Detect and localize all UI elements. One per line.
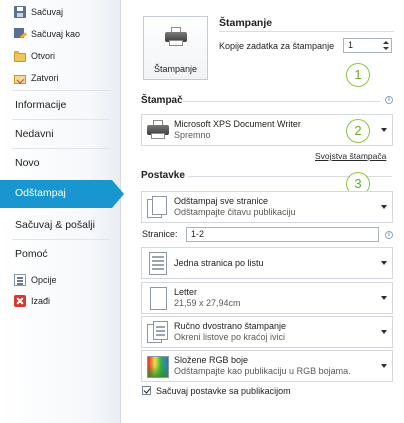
sidebar-item-label: Informacije xyxy=(15,99,67,111)
sidebar-item-print-active[interactable]: Odštampaj xyxy=(0,180,126,208)
pages-stack-icon xyxy=(146,195,170,220)
layout-title: Jedna stranica po listu xyxy=(174,258,264,268)
chevron-down-icon[interactable] xyxy=(381,296,387,300)
save-icon xyxy=(14,6,26,18)
settings-section-title: Postavke xyxy=(141,170,185,181)
sidebar-item-label: Opcije xyxy=(31,275,57,285)
sidebar-item-save-as[interactable]: Sačuvaj kao xyxy=(0,24,121,44)
pages-value: 1-2 xyxy=(191,229,205,239)
exit-icon xyxy=(14,295,26,307)
one-page-per-sheet-icon xyxy=(146,251,170,276)
sidebar-item-close[interactable]: Zatvori xyxy=(0,68,121,88)
chevron-down-icon[interactable] xyxy=(381,205,387,209)
sidebar-item-recent[interactable]: Nedavni xyxy=(0,121,121,147)
print-range-dropdown[interactable]: Odštampaj sve stranice Odštampajte čitav… xyxy=(141,191,393,223)
pages-label: Stranice: xyxy=(142,229,178,239)
rgb-color-icon xyxy=(146,354,170,379)
close-folder-icon xyxy=(14,74,26,84)
sidebar-divider xyxy=(12,90,110,91)
printer-section-title: Štampač xyxy=(141,95,183,106)
save-settings-checkbox[interactable] xyxy=(142,386,151,395)
pages-input[interactable]: 1-2 xyxy=(186,227,379,242)
color-title: Složene RGB boje xyxy=(174,355,249,365)
options-icon xyxy=(14,274,26,286)
chevron-down-icon[interactable] xyxy=(381,330,387,334)
callout-badge-1: 1 xyxy=(346,63,370,87)
copies-label: Kopije zadatka za štampanje xyxy=(219,41,335,51)
print-button-label: Štampanje xyxy=(153,64,198,74)
save-as-icon xyxy=(14,28,26,40)
sidebar-item-save-send[interactable]: Sačuvaj & pošalji xyxy=(0,212,121,238)
printer-status: Spremno xyxy=(174,130,211,140)
sidebar-item-info[interactable]: Informacije xyxy=(0,92,121,118)
sidebar-divider xyxy=(12,148,110,149)
sidebar-item-label: Zatvori xyxy=(31,73,59,83)
sidebar-item-new[interactable]: Novo xyxy=(0,150,121,176)
open-folder-icon xyxy=(14,50,26,62)
sidebar-item-label: Otvori xyxy=(31,51,56,61)
sidebar-item-label: Sačuvaj kao xyxy=(31,29,81,39)
sidebar-item-open[interactable]: Otvori xyxy=(0,46,121,66)
duplex-dropdown[interactable]: Ručno dvostrano štampanje Okreni listove… xyxy=(141,316,393,348)
paper-icon xyxy=(146,286,170,311)
sidebar-item-options[interactable]: Opcije xyxy=(0,270,121,290)
duplex-title: Ručno dvostrano štampanje xyxy=(174,321,287,331)
sidebar-divider xyxy=(12,239,110,240)
sidebar-item-label: Novo xyxy=(15,157,40,169)
chevron-down-icon[interactable] xyxy=(381,261,387,265)
copies-value: 1 xyxy=(348,40,354,50)
copies-stepper[interactable]: 1 xyxy=(343,38,392,53)
printer-name: Microsoft XPS Document Writer xyxy=(174,119,301,129)
stepper-down-icon[interactable] xyxy=(383,47,389,50)
sidebar-item-label: Odštampaj xyxy=(15,187,66,199)
chevron-down-icon[interactable] xyxy=(381,364,387,368)
save-settings-label: Sačuvaj postavke sa publikacijom xyxy=(156,386,291,396)
sidebar-item-label: Sačuvaj xyxy=(31,7,64,17)
duplex-icon xyxy=(146,320,170,345)
color-subtitle: Odštampajte kao publikaciju u RGB bojama… xyxy=(174,366,351,376)
chevron-down-icon[interactable] xyxy=(381,128,387,132)
backstage-sidebar: Sačuvaj Sačuvaj kao Otvori Zatvori Infor… xyxy=(0,0,124,423)
printer-icon xyxy=(146,120,170,140)
callout-badge-2: 2 xyxy=(346,119,370,143)
print-range-subtitle: Odštampajte čitavu publikaciju xyxy=(174,207,296,217)
paper-size-title: Letter xyxy=(174,287,198,297)
sidebar-item-help[interactable]: Pomoć xyxy=(0,241,121,267)
duplex-subtitle: Okreni listove po kraćoj ivici xyxy=(174,332,286,342)
color-dropdown[interactable]: Složene RGB boje Odštampajte kao publika… xyxy=(141,350,393,382)
sidebar-item-label: Sačuvaj & pošalji xyxy=(15,219,95,231)
sidebar-item-label: Izađi xyxy=(31,296,51,306)
printer-properties-link[interactable]: Svojstva štampača xyxy=(315,151,386,161)
stepper-up-icon[interactable] xyxy=(383,41,389,44)
paper-size-dropdown[interactable]: Letter 21,59 x 27,94cm xyxy=(141,282,393,314)
section-rule xyxy=(219,31,394,32)
print-range-title: Odštampaj sve stranice xyxy=(174,196,269,206)
layout-dropdown[interactable]: Jedna stranica po listu xyxy=(141,247,393,279)
print-button[interactable]: Štampanje xyxy=(143,16,208,80)
info-icon[interactable]: i xyxy=(385,231,393,239)
info-icon[interactable]: i xyxy=(385,96,393,104)
sidebar-item-label: Pomoć xyxy=(15,248,48,260)
sidebar-divider xyxy=(12,119,110,120)
paper-size-subtitle: 21,59 x 27,94cm xyxy=(174,298,241,308)
printer-icon xyxy=(164,27,188,47)
sidebar-item-save[interactable]: Sačuvaj xyxy=(0,2,121,22)
section-rule xyxy=(180,101,380,102)
active-arrow xyxy=(112,180,124,208)
sidebar-item-label: Nedavni xyxy=(15,128,54,140)
print-section-title: Štampanje xyxy=(219,17,273,29)
sidebar-item-exit[interactable]: Izađi xyxy=(0,291,121,311)
